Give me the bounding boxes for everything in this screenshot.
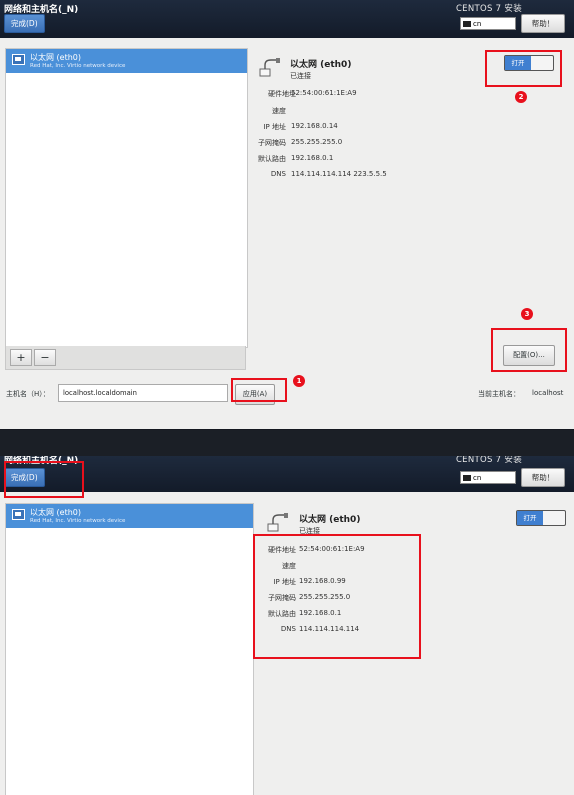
keyboard-layout-label: cn [473, 474, 482, 482]
ethernet-icon [259, 58, 280, 77]
ip-address-value: 192.168.0.14 [291, 122, 338, 130]
keyboard-layout-indicator[interactable]: cn [460, 471, 516, 484]
step-marker-3: 3 [521, 308, 533, 320]
step-marker-1: 1 [293, 375, 305, 387]
top-bar: 网络和主机名(_N) 完成(D) CENTOS 7 安装 cn 帮助！ [0, 0, 574, 38]
current-hostname-label: 当前主机名： [478, 390, 520, 398]
top-bar: 网络和主机名(_N) 完成(D) CENTOS 7 安装 cn 帮助！ [0, 456, 574, 492]
ip-address-row: IP 地址 192.168.0.14 [236, 122, 337, 134]
dns-value: 114.114.114.114 223.5.5.5 [291, 170, 387, 178]
device-list-toolbar: + − [5, 346, 246, 370]
keyboard-icon [463, 21, 471, 27]
subnet-mask-label: 子网掩码 [258, 139, 286, 147]
hardware-address-value: 52:54:00:61:1E:A9 [291, 89, 357, 97]
device-list: 以太网 (eth0) Red Hat, Inc. Virtio network … [5, 503, 254, 795]
device-list-item-eth0[interactable]: 以太网 (eth0) Red Hat, Inc. Virtio network … [6, 49, 247, 73]
subnet-mask-row: 子网掩码 255.255.255.0 [236, 138, 342, 150]
highlight-box-apply [231, 378, 287, 402]
device-description: Red Hat, Inc. Virtio network device [30, 63, 126, 69]
hostname-label: 主机名（H）： [6, 390, 50, 398]
hardware-address-label: 硬件地址 [268, 90, 296, 98]
dns-label: DNS [270, 170, 286, 178]
highlight-box-network-info [253, 534, 421, 659]
done-button[interactable]: 完成(D) [4, 14, 45, 33]
speed-label: 速度 [272, 107, 286, 115]
default-route-value: 192.168.0.1 [291, 154, 334, 162]
dns-row: DNS 114.114.114.114 223.5.5.5 [236, 170, 387, 182]
keyboard-layout-label: cn [473, 20, 482, 28]
ip-address-label: IP 地址 [263, 123, 286, 131]
subnet-mask-value: 255.255.255.0 [291, 138, 343, 146]
device-name: 以太网 (eth0) [30, 508, 82, 517]
network-hostname-screen-2: 网络和主机名(_N) 完成(D) CENTOS 7 安装 cn 帮助！ 以太网 … [0, 456, 574, 795]
device-name: 以太网 (eth0) [30, 53, 82, 62]
help-button[interactable]: 帮助！ [521, 468, 565, 487]
add-device-button[interactable]: + [10, 349, 32, 366]
interface-name: 以太网 (eth0) [290, 60, 352, 70]
device-list-item-eth0[interactable]: 以太网 (eth0) Red Hat, Inc. Virtio network … [6, 504, 253, 528]
hostname-input[interactable]: localhost.localdomain [58, 384, 228, 402]
network-hostname-screen-1: 网络和主机名(_N) 完成(D) CENTOS 7 安装 cn 帮助！ 以太网 … [0, 0, 574, 430]
ethernet-icon [267, 513, 288, 532]
current-hostname-value: localhost [532, 389, 564, 397]
speed-row: 速度 [236, 106, 286, 118]
keyboard-icon [463, 475, 471, 481]
default-route-row: 默认路由 192.168.0.1 [236, 154, 333, 166]
highlight-box-done [4, 461, 84, 498]
network-card-icon [12, 509, 25, 520]
connection-toggle-switch[interactable]: 打开 [516, 510, 566, 526]
highlight-box-toggle [485, 50, 562, 87]
toggle-on-label: 打开 [517, 511, 543, 525]
default-route-label: 默认路由 [258, 155, 286, 163]
highlight-box-configure [491, 328, 567, 372]
connection-status: 已连接 [290, 72, 311, 80]
product-title: CENTOS 7 安装 [455, 4, 522, 14]
remove-device-button[interactable]: − [34, 349, 56, 366]
device-description: Red Hat, Inc. Virtio network device [30, 518, 126, 524]
help-button[interactable]: 帮助！ [521, 14, 565, 33]
device-list: 以太网 (eth0) Red Hat, Inc. Virtio network … [5, 48, 248, 348]
keyboard-layout-indicator[interactable]: cn [460, 17, 516, 30]
product-title: CENTOS 7 安装 [455, 456, 522, 465]
interface-name: 以太网 (eth0) [299, 515, 361, 525]
hardware-address-row: 硬件地址 52:54:00:61:1E:A9 [236, 89, 357, 101]
network-card-icon [12, 54, 25, 65]
step-marker-2: 2 [515, 91, 527, 103]
